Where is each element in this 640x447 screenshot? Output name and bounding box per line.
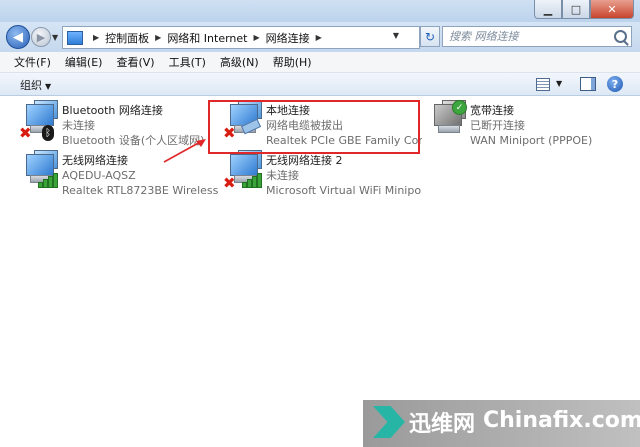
wifi-signal-icon — [38, 173, 58, 188]
minimize-button[interactable]: ▁ — [534, 0, 562, 19]
control-panel-icon — [67, 30, 83, 45]
organize-label: 组织 — [20, 79, 42, 92]
connection-device: Microsoft Virtual WiFi Minipor... — [266, 184, 422, 197]
bluetooth-icon: ᛒ — [42, 125, 54, 141]
computer-base-icon — [438, 125, 460, 133]
wifi-signal-icon — [242, 173, 262, 188]
chevron-down-icon: ▼ — [45, 82, 52, 91]
connection-name: Bluetooth 网络连接 — [62, 104, 163, 117]
connection-name: 宽带连接 — [470, 104, 514, 117]
network-adapter-icon: ✖ ᛒ — [18, 100, 60, 144]
network-adapter-icon — [18, 150, 60, 194]
menu-edit[interactable]: 编辑(E) — [57, 54, 109, 70]
command-bar: 组织 ▼ ▼ ? — [0, 73, 640, 96]
recent-pages-dropdown[interactable]: ▼ — [52, 33, 58, 42]
search-input[interactable]: 搜索 网络连接 — [442, 26, 632, 47]
preview-pane-icon[interactable] — [580, 77, 596, 91]
connection-broadband[interactable]: ✓ 宽带连接 已断开连接 WAN Miniport (PPPOE) — [426, 100, 626, 147]
breadcrumb-network-internet[interactable]: 网络和 Internet — [167, 30, 247, 46]
breadcrumb: ▶ 控制面板 ▶ 网络和 Internet ▶ 网络连接 ▶ — [87, 30, 328, 46]
menu-file[interactable]: 文件(F) — [0, 54, 57, 70]
search-placeholder: 搜索 网络连接 — [449, 30, 519, 43]
connection-status: 未连接 — [266, 169, 299, 182]
connection-status: 已断开连接 — [470, 119, 525, 132]
menu-advanced[interactable]: 高级(N) — [212, 54, 265, 70]
title-bar: ▁ □ ✕ — [0, 0, 640, 22]
connection-name: 无线网络连接 2 — [266, 154, 343, 167]
connection-device: Realtek RTL8723BE Wireless L... — [62, 184, 218, 197]
highlight-box — [208, 100, 420, 154]
watermark-en: Chinafix.com — [483, 408, 640, 433]
menu-help[interactable]: 帮助(H) — [265, 54, 318, 70]
menu-view[interactable]: 查看(V) — [108, 54, 160, 70]
network-adapter-icon: ✓ — [426, 100, 468, 144]
refresh-button[interactable]: ↻ — [420, 26, 440, 47]
search-icon[interactable] — [614, 30, 627, 43]
network-adapter-icon: ✖ — [222, 150, 264, 194]
menu-bar: 文件(F) 编辑(E) 查看(V) 工具(T) 高级(N) 帮助(H) — [0, 52, 640, 73]
navigation-bar: ◀ ▶ ▼ ▶ 控制面板 ▶ 网络和 Internet ▶ 网络连接 ▶ ▼ ↻… — [0, 22, 640, 52]
check-icon: ✓ — [452, 100, 467, 115]
disconnected-x-icon: ✖ — [223, 174, 236, 192]
connection-status: AQEDU-AQSZ — [62, 169, 136, 182]
watermark-cn: 迅维网 — [409, 412, 476, 437]
connection-status: 未连接 — [62, 119, 95, 132]
menu-tools[interactable]: 工具(T) — [161, 54, 212, 70]
monitor-icon — [26, 104, 54, 126]
address-bar[interactable]: ▶ 控制面板 ▶ 网络和 Internet ▶ 网络连接 ▶ ▼ — [62, 26, 420, 49]
brand-logo-icon — [373, 406, 405, 438]
close-button[interactable]: ✕ — [590, 0, 634, 19]
monitor-icon — [230, 154, 258, 176]
breadcrumb-separator[interactable]: ▶ — [316, 33, 322, 42]
breadcrumb-separator[interactable]: ▶ — [254, 33, 260, 42]
breadcrumb-control-panel[interactable]: 控制面板 — [105, 30, 149, 46]
breadcrumb-network-connections[interactable]: 网络连接 — [266, 30, 310, 46]
disconnected-x-icon: ✖ — [19, 124, 32, 142]
connection-wireless-2[interactable]: ✖ 无线网络连接 2 未连接 Microsoft Virtual WiFi Mi… — [222, 150, 422, 197]
address-dropdown[interactable]: ▼ — [393, 31, 399, 40]
change-view-icon[interactable] — [536, 78, 550, 91]
breadcrumb-separator[interactable]: ▶ — [93, 33, 99, 42]
monitor-icon — [26, 154, 54, 176]
view-options-dropdown[interactable]: ▼ — [556, 79, 562, 88]
annotation-arrow — [163, 139, 206, 163]
maximize-button[interactable]: □ — [562, 0, 590, 19]
forward-button[interactable]: ▶ — [31, 27, 51, 47]
window-controls: ▁ □ ✕ — [534, 0, 634, 19]
connection-device: WAN Miniport (PPPOE) — [470, 134, 593, 147]
help-icon[interactable]: ? — [607, 76, 623, 92]
back-button[interactable]: ◀ — [6, 25, 30, 49]
watermark: 迅维网 Chinafix.com — [363, 400, 640, 447]
organize-button[interactable]: 组织 ▼ — [20, 77, 51, 93]
breadcrumb-separator[interactable]: ▶ — [155, 33, 161, 42]
